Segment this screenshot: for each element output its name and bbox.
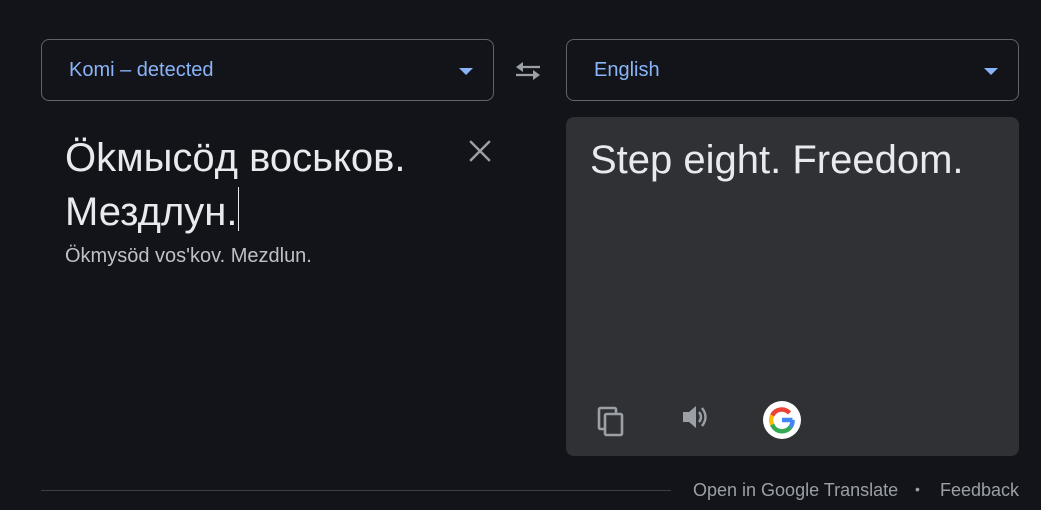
open-in-google-translate-link[interactable]: Open in Google Translate	[693, 480, 898, 501]
translated-text: Step eight. Freedom.	[590, 138, 964, 182]
clear-text-button[interactable]	[462, 133, 498, 169]
copy-icon	[597, 406, 624, 437]
close-icon	[469, 140, 491, 162]
footer-separator: •	[915, 481, 920, 497]
chevron-down-icon	[984, 68, 998, 75]
feedback-link[interactable]: Feedback	[940, 480, 1019, 501]
footer-divider	[41, 490, 671, 491]
target-language-select[interactable]: English	[566, 39, 1019, 101]
speaker-icon	[683, 406, 707, 428]
target-language-label: English	[594, 58, 660, 81]
translate-widget: Komi – detected English Ökмысӧд воськов.…	[0, 0, 1041, 510]
source-language-select[interactable]: Komi – detected	[41, 39, 494, 101]
text-cursor	[238, 187, 240, 231]
translation-panel: Step eight. Freedom.	[566, 117, 1019, 456]
source-text: Ökмысӧд воськов. Мездлун.	[65, 136, 406, 234]
listen-button[interactable]	[676, 397, 716, 437]
source-transliteration: Ökmysöd vos'kov. Mezdlun.	[65, 245, 312, 267]
source-text-input[interactable]: Ökмысӧд воськов. Мездлун.	[65, 131, 445, 239]
source-language-label: Komi – detected	[69, 58, 214, 81]
chevron-down-icon	[459, 68, 473, 75]
swap-languages-button[interactable]	[508, 51, 548, 91]
swap-arrows-icon	[516, 62, 540, 80]
copy-translation-button[interactable]	[591, 402, 631, 442]
google-g-logo	[768, 407, 795, 434]
google-search-button[interactable]	[763, 401, 801, 439]
